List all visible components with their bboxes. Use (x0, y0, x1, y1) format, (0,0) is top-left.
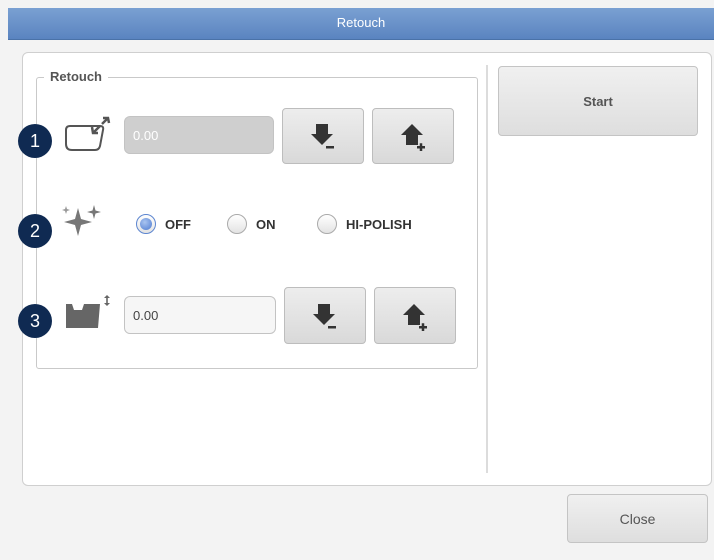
arrow-up-plus-icon (403, 303, 427, 331)
panel-divider (486, 65, 488, 473)
start-button[interactable]: Start (498, 66, 698, 136)
size-value-field[interactable]: 0.00 (124, 116, 274, 154)
size-increase-button[interactable] (372, 108, 454, 164)
bevel-decrease-button[interactable] (284, 287, 366, 344)
polish-option-on-label: ON (256, 216, 276, 232)
size-adjust-icon (62, 116, 112, 161)
size-decrease-button[interactable] (282, 108, 364, 164)
window-title: Retouch (336, 15, 386, 30)
polish-option-hi-polish-label: HI-POLISH (346, 216, 412, 232)
polish-option-hi-polish[interactable]: HI-POLISH (317, 214, 412, 234)
window-titlebar: Retouch (8, 8, 714, 40)
radio-button-selected[interactable] (136, 214, 156, 234)
polish-option-off-label: OFF (165, 216, 191, 232)
polish-option-on[interactable]: ON (227, 214, 276, 234)
bevel-position-icon (62, 294, 112, 339)
arrow-down-minus-icon (313, 303, 336, 328)
bevel-value-field[interactable]: 0.00 (124, 296, 276, 334)
polish-option-off[interactable]: OFF (136, 214, 191, 234)
step-badge-1: 1 (18, 124, 52, 158)
step-badge-2: 2 (18, 214, 52, 248)
radio-button[interactable] (317, 214, 337, 234)
retouch-group-legend: Retouch (44, 69, 108, 84)
step-badge-3: 3 (18, 304, 52, 338)
radio-button[interactable] (227, 214, 247, 234)
bevel-increase-button[interactable] (374, 287, 456, 344)
arrow-up-plus-icon (401, 124, 425, 151)
close-button[interactable]: Close (567, 494, 708, 543)
sparkle-polish-icon (60, 202, 104, 247)
arrow-down-minus-icon (311, 124, 334, 149)
